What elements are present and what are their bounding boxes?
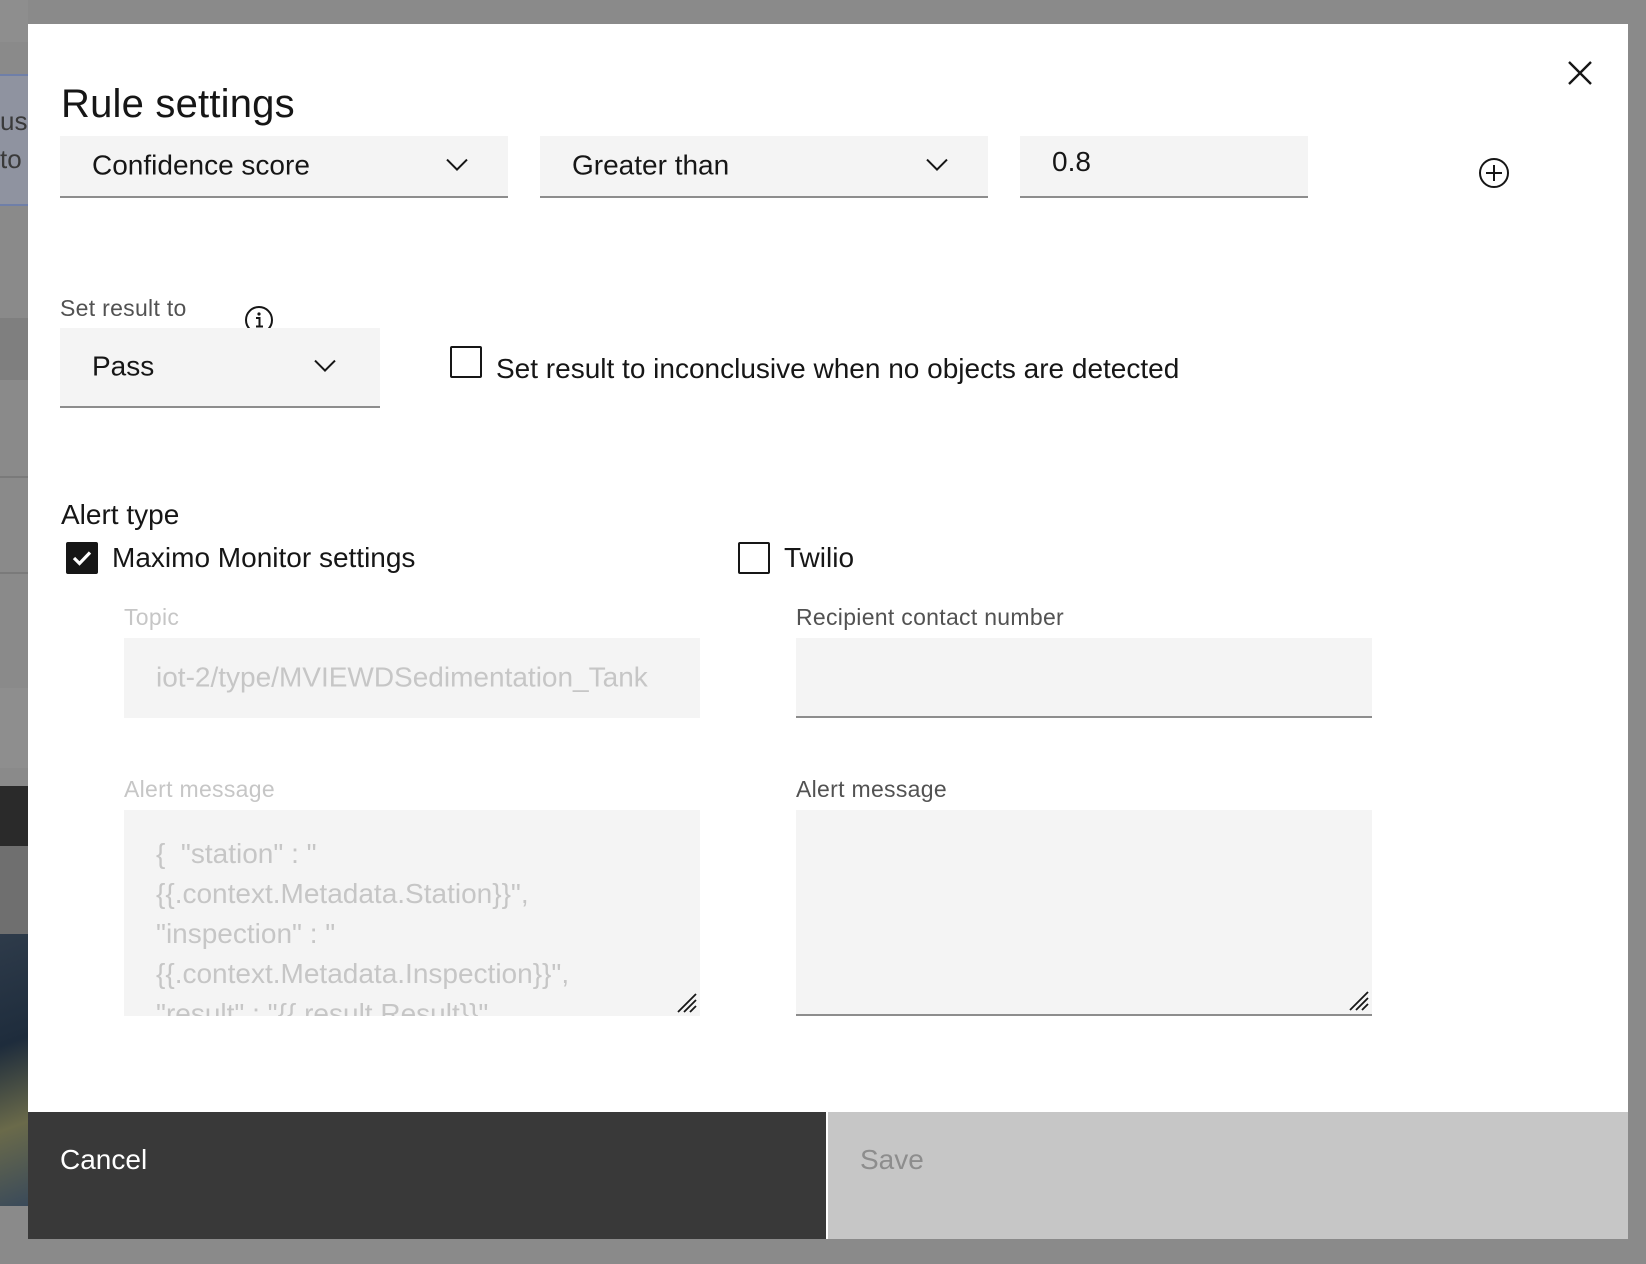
property-dropdown-value: Confidence score: [92, 149, 310, 181]
background-dark-bar: [0, 786, 28, 846]
alert-type-title: Alert type: [61, 499, 180, 530]
close-icon: [1568, 61, 1592, 85]
inconclusive-checkbox-label[interactable]: Set result to inconclusive when no objec…: [496, 353, 1179, 385]
checkmark-icon: [72, 551, 92, 566]
chevron-down-icon: [446, 158, 468, 172]
save-button[interactable]: Save: [828, 1112, 1628, 1239]
close-button[interactable]: [1563, 56, 1597, 90]
maximo-alert-message-textarea: { "station" : "{{.context.Metadata.Stati…: [124, 810, 700, 1016]
chevron-down-icon: [926, 158, 948, 172]
recipient-contact-input[interactable]: [796, 638, 1372, 718]
add-circle-icon: [1479, 158, 1509, 188]
set-result-label: Set result to: [60, 295, 187, 321]
background-image: [0, 934, 28, 1206]
cancel-button[interactable]: Cancel: [28, 1112, 826, 1239]
result-dropdown-value: Pass: [92, 350, 155, 382]
operator-dropdown-value: Greater than: [572, 149, 730, 181]
property-dropdown[interactable]: Confidence score: [60, 136, 508, 198]
background-page: us to: [0, 0, 28, 1264]
background-divider: [0, 572, 28, 574]
background-text: to: [0, 144, 22, 174]
recipient-contact-label: Recipient contact number: [796, 604, 1065, 630]
background-band: [0, 846, 28, 934]
twilio-alert-message-label: Alert message: [796, 776, 947, 802]
add-condition-button[interactable]: [1478, 157, 1510, 189]
topic-input-value: iot-2/type/MVIEWDSedimentation_Tank: [156, 661, 648, 693]
threshold-input[interactable]: 0.8: [1020, 136, 1308, 198]
operator-dropdown[interactable]: Greater than: [540, 136, 988, 198]
background-band: [0, 318, 28, 380]
maximo-alert-message-value: { "station" : "{{.context.Metadata.Stati…: [156, 838, 577, 1016]
modal-title: Rule settings: [61, 82, 295, 126]
background-notification: [0, 74, 28, 206]
maximo-alert-message-label: Alert message: [124, 776, 275, 802]
threshold-input-value: 0.8: [1052, 146, 1091, 178]
maximo-checkbox-label[interactable]: Maximo Monitor settings: [112, 542, 415, 574]
cancel-button-label: Cancel: [60, 1144, 148, 1175]
topic-input: iot-2/type/MVIEWDSedimentation_Tank: [124, 638, 700, 718]
rule-settings-modal: Rule settings Confidence score Greater t…: [28, 24, 1628, 1239]
maximo-checkbox[interactable]: [66, 542, 98, 574]
result-dropdown[interactable]: Pass: [60, 328, 380, 408]
resize-handle-icon[interactable]: [1344, 986, 1370, 1012]
inconclusive-checkbox[interactable]: [450, 346, 482, 378]
background-divider: [0, 476, 28, 478]
resize-handle-icon: [677, 993, 697, 1013]
background-header: [0, 0, 28, 42]
twilio-alert-message-textarea[interactable]: [796, 810, 1372, 1016]
background-band: [0, 688, 28, 768]
background-text: us: [0, 106, 28, 136]
save-button-label: Save: [860, 1144, 924, 1175]
chevron-down-icon: [314, 359, 336, 373]
topic-label: Topic: [124, 604, 180, 630]
twilio-checkbox-label[interactable]: Twilio: [784, 542, 854, 574]
twilio-checkbox[interactable]: [738, 542, 770, 574]
